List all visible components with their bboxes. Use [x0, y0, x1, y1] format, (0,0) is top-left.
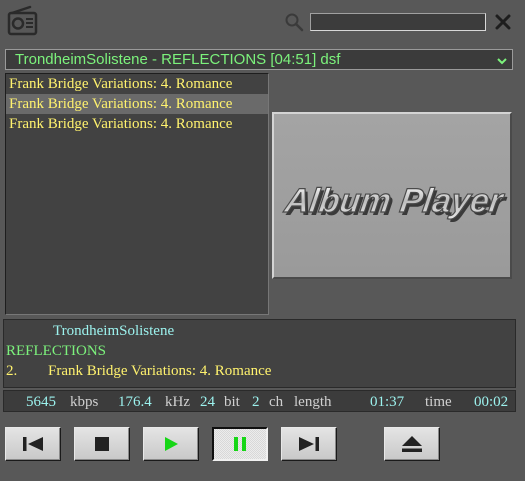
search-icon[interactable] [284, 12, 304, 32]
bitrate-value: 5645 [26, 394, 56, 410]
album-player-logo: Album Player Album Player [281, 182, 509, 223]
radio-icon[interactable] [6, 5, 38, 37]
samplerate-unit: kHz [165, 394, 190, 410]
time-value: 00:02 [474, 394, 509, 410]
playlist[interactable]: Frank Bridge Variations: 4. Romance Fran… [5, 73, 269, 315]
play-icon [165, 437, 178, 451]
album-select-value: TrondheimSolistene - REFLECTIONS [04:51]… [15, 51, 341, 68]
track-number-label: 2. [6, 363, 18, 379]
album-label: REFLECTIONS [6, 343, 107, 359]
samplerate-value: 176.4 [118, 394, 152, 410]
track-info-panel: TrondheimSolistene REFLECTIONS 2. Frank … [3, 319, 516, 388]
album-select[interactable]: TrondheimSolistene - REFLECTIONS [04:51]… [5, 49, 513, 70]
stop-button[interactable] [74, 427, 130, 461]
play-button[interactable] [143, 427, 199, 461]
previous-button[interactable] [5, 427, 61, 461]
playlist-item-selected[interactable]: Frank Bridge Variations: 4. Romance [6, 94, 268, 114]
artist-label: TrondheimSolistene [53, 323, 175, 339]
time-label: time [425, 394, 452, 410]
track-title-label: Frank Bridge Variations: 4. Romance [48, 363, 272, 379]
channels-value: 2 [252, 394, 260, 410]
bit-depth-unit: bit [224, 394, 240, 410]
bit-depth-value: 24 [200, 394, 215, 410]
playlist-item[interactable]: Frank Bridge Variations: 4. Romance [6, 114, 268, 134]
length-label: length [294, 394, 332, 410]
length-value: 01:37 [370, 394, 405, 410]
bitrate-unit: kbps [70, 394, 99, 410]
stream-stats-bar: 5645 kbps 176.4 kHz 24 bit 2 ch length 0… [3, 390, 516, 412]
eject-icon [402, 436, 422, 452]
eject-button[interactable] [384, 427, 440, 461]
album-art: Album Player Album Player [272, 112, 512, 279]
pause-icon [234, 437, 246, 451]
pause-button[interactable] [212, 427, 268, 461]
playlist-item[interactable]: Frank Bridge Variations: 4. Romance [6, 74, 268, 94]
close-icon[interactable] [494, 13, 512, 31]
stop-icon [95, 437, 109, 451]
svg-text:Album Player: Album Player [281, 182, 506, 220]
next-button[interactable] [281, 427, 337, 461]
skip-next-icon [299, 437, 319, 451]
chevron-down-icon [496, 53, 508, 65]
skip-previous-icon [23, 437, 43, 451]
channels-unit: ch [269, 394, 284, 410]
search-input[interactable] [310, 13, 486, 31]
